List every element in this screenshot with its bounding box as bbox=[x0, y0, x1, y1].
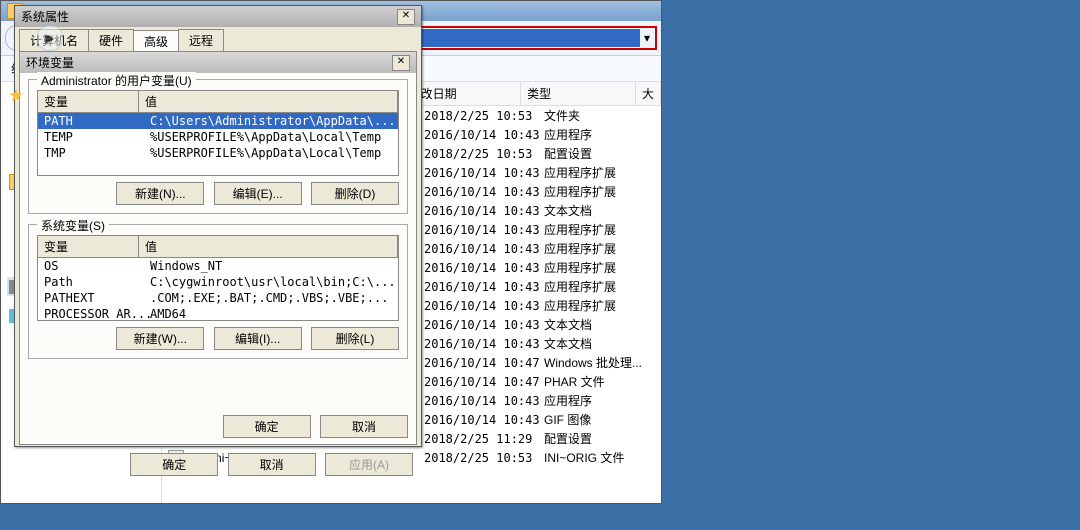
sys-vars-header: 变量 值 bbox=[37, 235, 399, 257]
file-date: 2018/2/25 10:53 bbox=[424, 108, 544, 124]
sysprop-titlebar[interactable]: 系统属性 ✕ bbox=[15, 6, 421, 27]
file-date: 2018/2/25 10:53 bbox=[424, 146, 544, 162]
user-var-row[interactable]: TMP%USERPROFILE%\AppData\Local\Temp bbox=[38, 145, 398, 161]
file-date: 2016/10/14 10:43 bbox=[424, 336, 544, 352]
file-date: 2016/10/14 10:43 bbox=[424, 203, 544, 219]
tab-advanced[interactable]: 高级 bbox=[133, 30, 179, 52]
file-date: 2016/10/14 10:43 bbox=[424, 298, 544, 314]
sysprop-buttons: 确定 取消 应用(A) bbox=[15, 449, 421, 480]
delete-sys-var-button[interactable]: 删除(L) bbox=[311, 327, 399, 350]
sys-vars-group: 系统变量(S) 变量 值 OSWindows_NTPathC:\cygwinro… bbox=[28, 224, 408, 359]
file-date: 2016/10/14 10:47 bbox=[424, 355, 544, 371]
file-date: 2016/10/14 10:43 bbox=[424, 127, 544, 143]
file-type: 应用程序扩展 bbox=[544, 220, 660, 239]
file-type: 应用程序扩展 bbox=[544, 239, 660, 258]
file-type: 应用程序扩展 bbox=[544, 182, 660, 201]
col-variable[interactable]: 变量 bbox=[38, 91, 139, 112]
new-sys-var-button[interactable]: 新建(W)... bbox=[116, 327, 204, 350]
col-value[interactable]: 值 bbox=[139, 91, 398, 112]
file-type: 文本文档 bbox=[544, 315, 660, 334]
file-type: 应用程序 bbox=[544, 125, 660, 144]
sysprop-title: 系统属性 bbox=[21, 8, 393, 25]
col-type[interactable]: 类型 bbox=[521, 82, 636, 105]
file-date: 2018/2/25 11:29 bbox=[424, 431, 544, 447]
new-user-var-button[interactable]: 新建(N)... bbox=[116, 182, 204, 205]
user-var-row[interactable]: PATHC:\Users\Administrator\AppData\... bbox=[38, 113, 398, 129]
file-date: 2016/10/14 10:43 bbox=[424, 165, 544, 181]
sys-var-row[interactable]: OSWindows_NT bbox=[38, 258, 398, 274]
tab-hardware[interactable]: 硬件 bbox=[88, 29, 134, 51]
col-size[interactable]: 大 bbox=[636, 82, 661, 105]
col-value[interactable]: 值 bbox=[139, 236, 398, 257]
file-type: 文本文档 bbox=[544, 334, 660, 353]
user-vars-header: 变量 值 bbox=[37, 90, 399, 112]
file-type: 应用程序 bbox=[544, 391, 660, 410]
edit-sys-var-button[interactable]: 编辑(I)... bbox=[214, 327, 302, 350]
envvar-titlebar[interactable]: 环境变量 ✕ bbox=[20, 52, 416, 73]
envvar-cancel-button[interactable]: 取消 bbox=[320, 415, 408, 438]
close-icon[interactable]: ✕ bbox=[397, 9, 415, 25]
edit-user-var-button[interactable]: 编辑(E)... bbox=[214, 182, 302, 205]
tab-remote[interactable]: 远程 bbox=[178, 29, 224, 51]
system-properties-window: 系统属性 ✕ 计算机名 硬件 高级 远程 环境变量 ✕ Administrato… bbox=[14, 5, 422, 447]
file-date: 2016/10/14 10:43 bbox=[424, 393, 544, 409]
file-type: 应用程序扩展 bbox=[544, 258, 660, 277]
user-vars-legend: Administrator 的用户变量(U) bbox=[37, 72, 196, 89]
user-vars-list[interactable]: PATHC:\Users\Administrator\AppData\...TE… bbox=[37, 112, 399, 176]
file-type: 配置设置 bbox=[544, 144, 660, 163]
file-date: 2016/10/14 10:47 bbox=[424, 374, 544, 390]
file-type: Windows 批处理... bbox=[544, 353, 660, 372]
file-date: 2016/10/14 10:43 bbox=[424, 184, 544, 200]
sys-var-row[interactable]: PROCESSOR_AR...AMD64 bbox=[38, 306, 398, 321]
dropdown-icon[interactable]: ▾ bbox=[640, 31, 654, 45]
close-icon[interactable]: ✕ bbox=[392, 55, 410, 71]
user-vars-group: Administrator 的用户变量(U) 变量 值 PATHC:\Users… bbox=[28, 79, 408, 214]
sysprop-apply-button[interactable]: 应用(A) bbox=[325, 453, 413, 476]
forward-button[interactable]: ▶ bbox=[37, 25, 63, 51]
sysprop-tabs: 计算机名 硬件 高级 远程 bbox=[15, 27, 421, 51]
user-var-row[interactable]: TEMP%USERPROFILE%\AppData\Local\Temp bbox=[38, 129, 398, 145]
file-type: 应用程序扩展 bbox=[544, 296, 660, 315]
envvar-dialog: 环境变量 ✕ Administrator 的用户变量(U) 变量 值 PATHC… bbox=[19, 51, 417, 445]
file-date: 2018/2/25 10:53 bbox=[424, 450, 544, 466]
file-date: 2016/10/14 10:43 bbox=[424, 222, 544, 238]
file-type: 配置设置 bbox=[544, 429, 660, 448]
envvar-ok-button[interactable]: 确定 bbox=[223, 415, 311, 438]
sys-vars-list[interactable]: OSWindows_NTPathC:\cygwinroot\usr\local\… bbox=[37, 257, 399, 321]
delete-user-var-button[interactable]: 删除(D) bbox=[311, 182, 399, 205]
file-date: 2016/10/14 10:43 bbox=[424, 241, 544, 257]
file-date: 2016/10/14 10:43 bbox=[424, 317, 544, 333]
sys-vars-legend: 系统变量(S) bbox=[37, 217, 109, 234]
file-type: PHAR 文件 bbox=[544, 372, 660, 391]
sysprop-cancel-button[interactable]: 取消 bbox=[228, 453, 316, 476]
file-type: GIF 图像 bbox=[544, 410, 660, 429]
envvar-title: 环境变量 bbox=[26, 54, 388, 71]
file-type: INI~ORIG 文件 bbox=[544, 448, 660, 467]
sys-var-row[interactable]: PathC:\cygwinroot\usr\local\bin;C:\... bbox=[38, 274, 398, 290]
file-type: 应用程序扩展 bbox=[544, 163, 660, 182]
file-date: 2016/10/14 10:43 bbox=[424, 279, 544, 295]
file-type: 应用程序扩展 bbox=[544, 277, 660, 296]
file-date: 2016/10/14 10:43 bbox=[424, 412, 544, 428]
sys-var-row[interactable]: PATHEXT.COM;.EXE;.BAT;.CMD;.VBS;.VBE;... bbox=[38, 290, 398, 306]
col-variable[interactable]: 变量 bbox=[38, 236, 139, 257]
sysprop-ok-button[interactable]: 确定 bbox=[130, 453, 218, 476]
file-type: 文件夹 bbox=[544, 106, 660, 125]
file-date: 2016/10/14 10:43 bbox=[424, 260, 544, 276]
file-type: 文本文档 bbox=[544, 201, 660, 220]
